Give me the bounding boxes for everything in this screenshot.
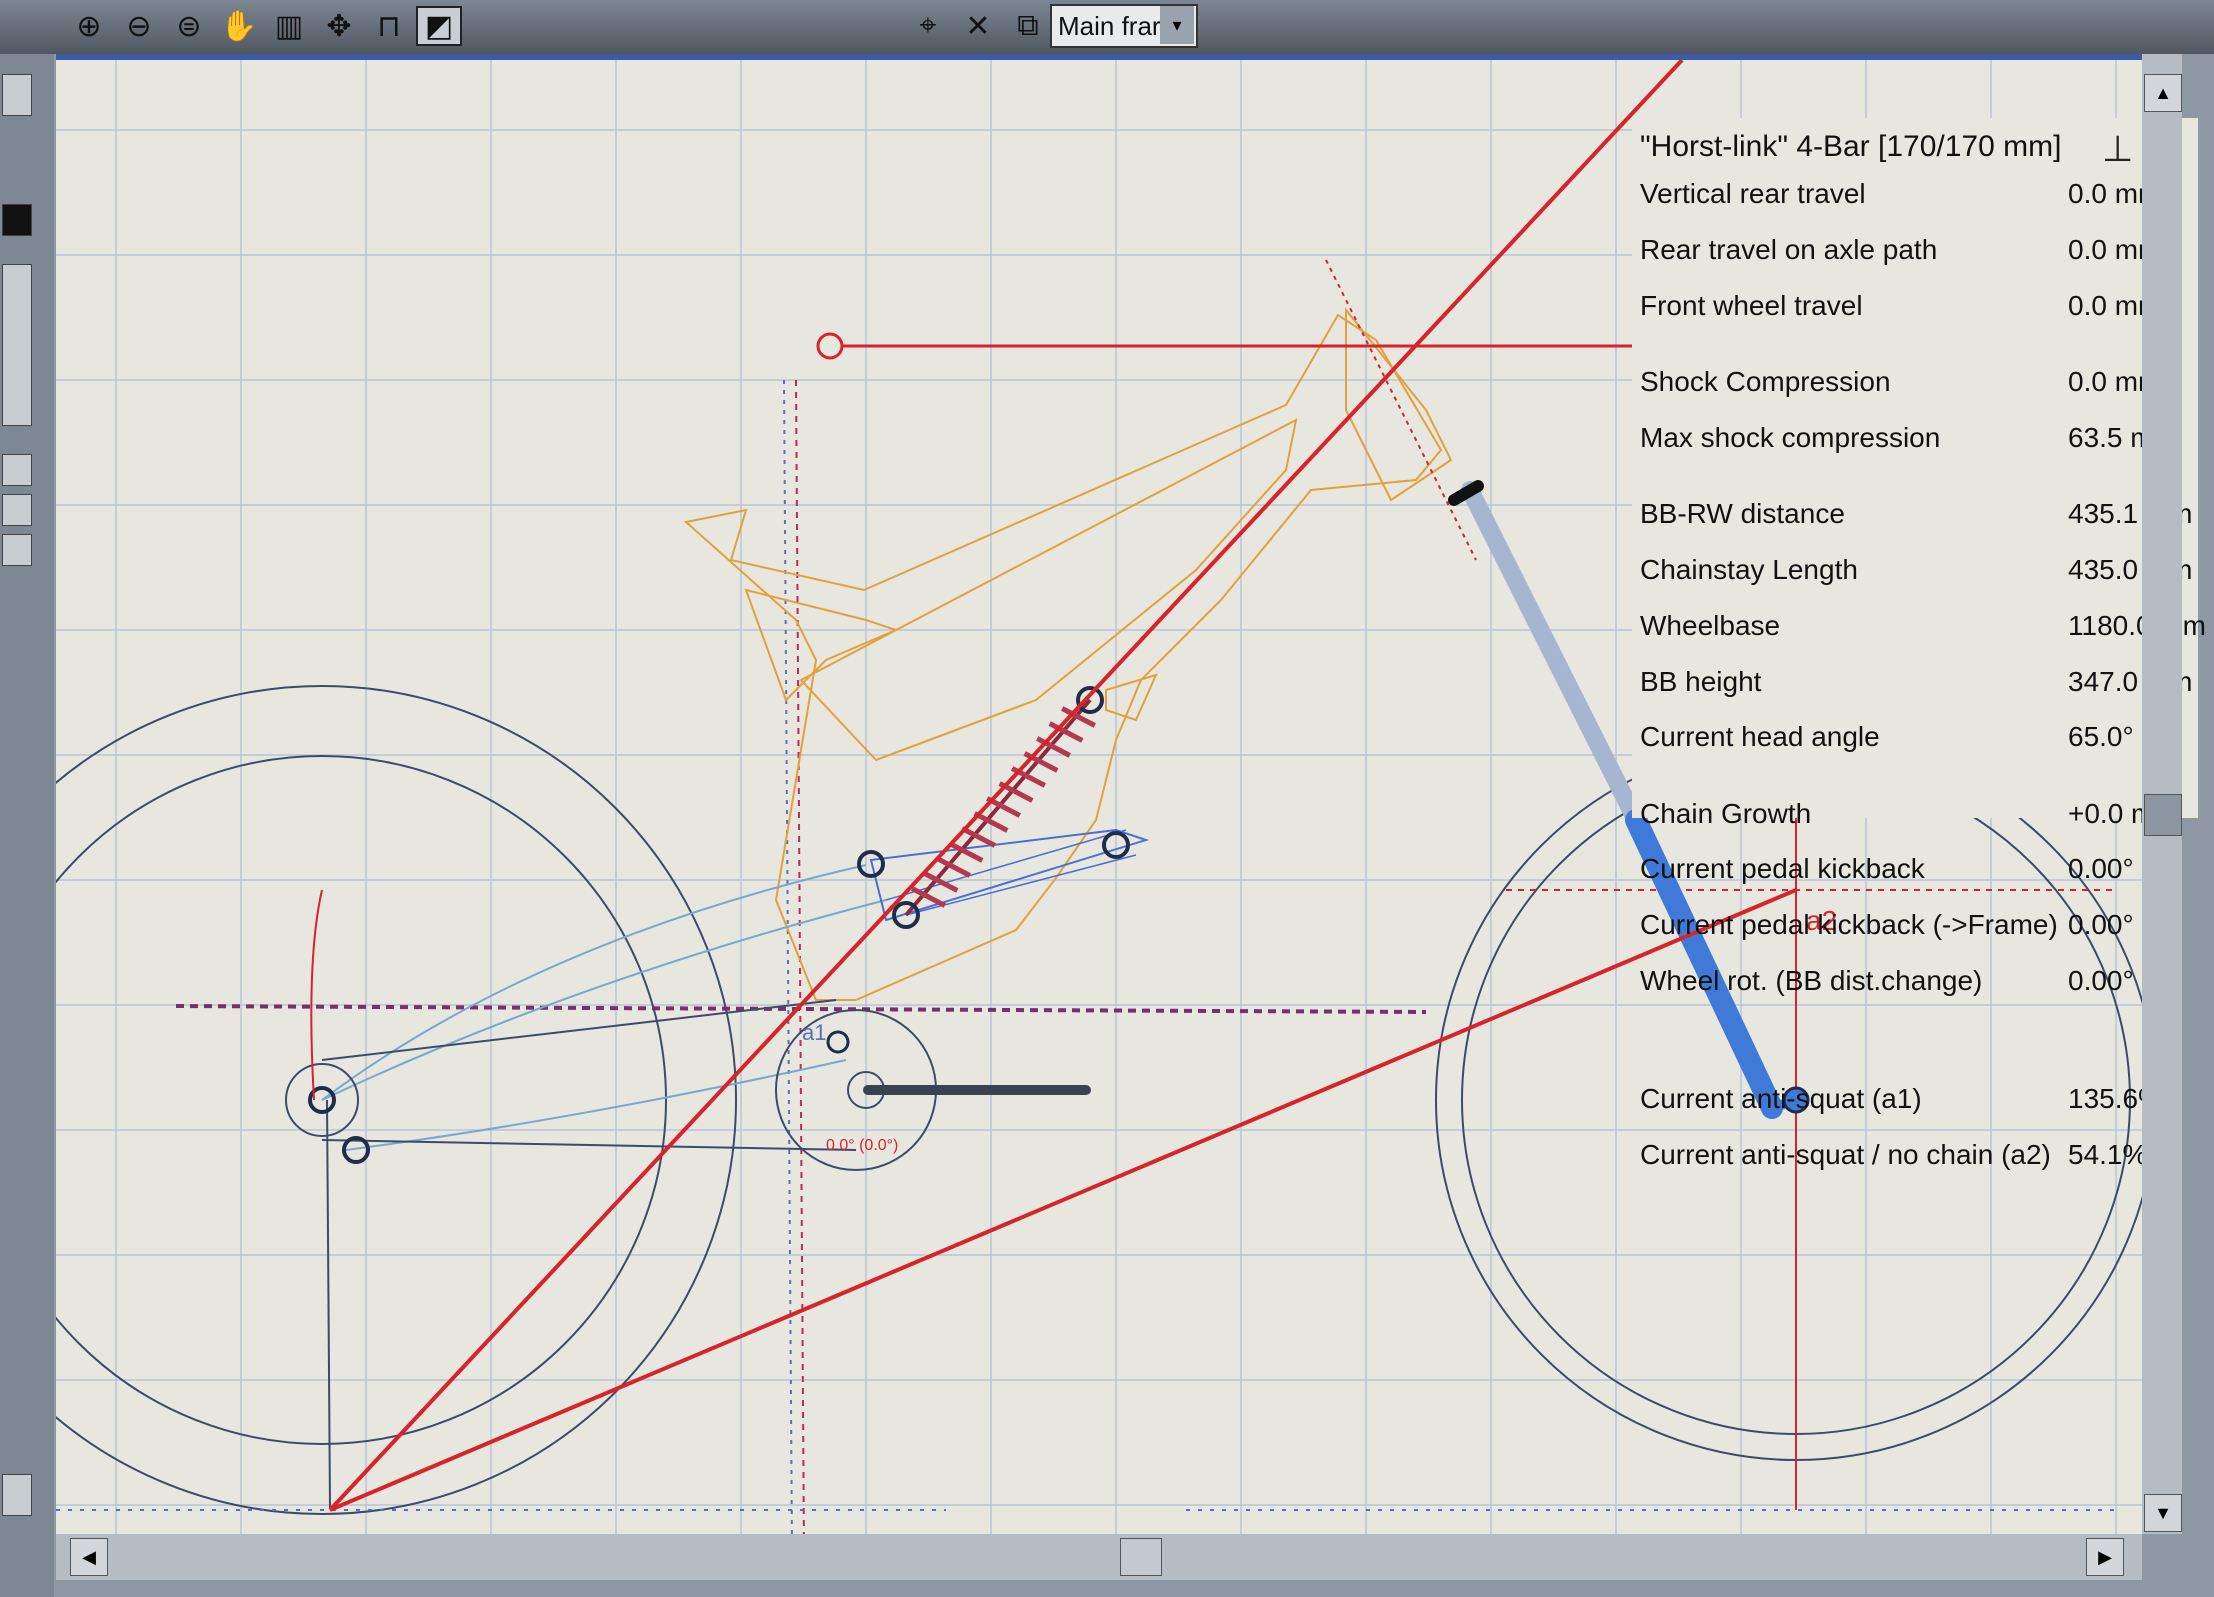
top-tube-outline xyxy=(799,418,1298,762)
columns-icon[interactable]: ▥ xyxy=(266,6,312,46)
horizontal-scroll-thumb[interactable] xyxy=(1120,1538,1162,1576)
seat-tube-guide xyxy=(795,379,805,1551)
fork-stanchion xyxy=(1461,481,1645,829)
scroll-right-button[interactable]: ▶ xyxy=(2086,1538,2124,1576)
link-nodes-icon[interactable]: ⧉ xyxy=(1005,6,1051,46)
scroll-left-button[interactable]: ◀ xyxy=(70,1538,108,1576)
left-tool-strip xyxy=(0,54,54,1597)
rear-axle-plumb-line xyxy=(326,1099,331,1509)
seat-tube-guide-2 xyxy=(783,379,793,1551)
measurement-label: Current anti-squat / no chain (a2) xyxy=(1640,1138,2051,1170)
rear-wheel-tire xyxy=(0,685,737,1515)
zoom-out-icon[interactable]: ⊖ xyxy=(116,6,162,46)
frame-gusset xyxy=(744,588,899,702)
left-tool-button[interactable] xyxy=(2,534,32,566)
measurement-label: Current anti-squat (a1) xyxy=(1640,1083,1922,1115)
measurement-value: 54.1% xyxy=(2068,1138,2148,1170)
measurement-value: 1180.0 mm xyxy=(2068,609,2206,641)
measurement-value: 65.0° xyxy=(2068,721,2134,753)
measurement-label: Chainstay Length xyxy=(1640,554,1858,586)
zoom-in-icon[interactable]: ⊕ xyxy=(66,6,112,46)
measurement-label: Current pedal kickback xyxy=(1640,853,1925,885)
measurement-label: Front wheel travel xyxy=(1640,289,1863,321)
panel-title: "Horst-link" 4-Bar [170/170 mm] xyxy=(1640,130,2062,163)
info-panel: "Horst-link" 4-Bar [170/170 mm] ⊥ ▲ Vert… xyxy=(1632,118,2206,1170)
measurement-label: Current head angle xyxy=(1640,721,1880,753)
pin-icon[interactable]: ⊥ xyxy=(2102,128,2133,170)
left-tool-button[interactable] xyxy=(2,494,32,526)
measure-icon[interactable]: ⊓ xyxy=(366,6,412,46)
measurement-label: Max shock compression xyxy=(1640,421,1941,453)
chevron-down-icon[interactable]: ▾ xyxy=(1160,6,1194,44)
measurement-value: 0.00° xyxy=(2068,853,2134,885)
main-pivot[interactable] xyxy=(826,1030,850,1054)
crank-angle-label: 0.0° (0.0°) xyxy=(826,1137,898,1154)
seatstay-upper xyxy=(321,864,867,1101)
pointer-link-icon[interactable]: ⌖ xyxy=(905,6,951,46)
left-tool-button[interactable] xyxy=(2,454,32,486)
left-tool-button[interactable] xyxy=(2,1474,32,1516)
pan-hand-icon[interactable]: ✋ xyxy=(216,6,262,46)
edit-tools-group: ⌖ ✕ ⧉ xyxy=(905,4,1051,48)
zoom-fit-icon[interactable]: ⊜ xyxy=(166,6,212,46)
measurement-value: 0.00° xyxy=(2068,909,2134,941)
left-panel xyxy=(2,264,32,426)
view-tools-group: ⊕ ⊖ ⊜ ✋ ▥ ✥ ⊓ ◩ xyxy=(66,4,462,48)
horizontal-scrollbar[interactable]: ◀ ▶ xyxy=(56,1534,2142,1580)
measurement-label: Shock Compression xyxy=(1640,366,1891,398)
shock-mount-outline xyxy=(1105,673,1158,722)
measurement-label: BB height xyxy=(1640,665,1762,697)
measurement-label: Wheel rot. (BB dist.change) xyxy=(1640,964,1983,996)
measurement-value: 0.00° xyxy=(2068,964,2134,996)
rear-wheel-rim xyxy=(0,755,667,1445)
vertical-scrollbar[interactable]: ▲ ▼ xyxy=(2142,54,2182,1534)
measurement-label: Current pedal kickback (->Frame) xyxy=(1640,909,2058,941)
drawing-canvas[interactable]: a2 a1 0.0° (0.0°) "Horst-link" 4-Bar [17… xyxy=(0,54,2206,1551)
measurement-label: BB-RW distance xyxy=(1640,498,1845,530)
left-tool-button[interactable] xyxy=(2,74,32,116)
left-tool-button[interactable] xyxy=(2,204,32,236)
vertical-scroll-thumb[interactable] xyxy=(2144,794,2182,836)
chainstay-line xyxy=(345,1059,847,1151)
measurement-label: Chain Growth xyxy=(1640,797,1812,829)
measurement-label: Wheelbase xyxy=(1640,609,1781,641)
scroll-down-button[interactable]: ▼ xyxy=(2144,1494,2182,1532)
delete-icon[interactable]: ✕ xyxy=(955,6,1001,46)
measurement-label: Rear travel on axle path xyxy=(1640,234,1938,265)
a1-label: a1 xyxy=(802,1020,826,1045)
move-icon[interactable]: ✥ xyxy=(316,6,362,46)
anti-squat-line-a1 xyxy=(328,58,1684,1512)
select-mode-icon[interactable]: ◩ xyxy=(416,6,462,46)
anti-squat-line-a2 xyxy=(329,888,1797,1512)
axle-path-arc xyxy=(310,889,323,1101)
measurement-label: Vertical rear travel xyxy=(1640,178,1866,210)
scroll-up-button[interactable]: ▲ xyxy=(2144,74,2182,112)
toolbar: ⊕ ⊖ ⊜ ✋ ▥ ✥ ⊓ ◩ ⌖ ✕ ⧉ Main frar ▾ xyxy=(0,0,2214,54)
anti-squat-point[interactable] xyxy=(816,332,844,360)
